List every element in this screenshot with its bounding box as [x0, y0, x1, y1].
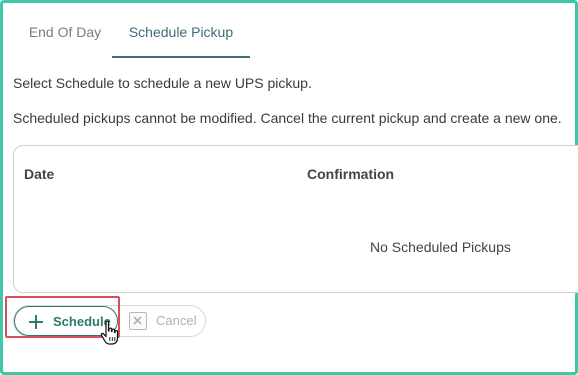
active-tab-indicator — [112, 56, 250, 58]
instruction-text: Select Schedule to schedule a new UPS pi… — [13, 75, 312, 91]
cancel-button[interactable]: Cancel — [124, 306, 206, 336]
column-header-confirmation[interactable]: Confirmation — [307, 166, 394, 182]
pickups-table: Date Confirmation No Scheduled Pickups — [13, 145, 578, 293]
tab-bar: End Of Day Schedule Pickup — [6, 6, 578, 59]
tab-end-of-day[interactable]: End Of Day — [18, 6, 112, 59]
tab-schedule-pickup[interactable]: Schedule Pickup — [112, 6, 250, 59]
warning-text: Scheduled pickups cannot be modified. Ca… — [13, 110, 562, 126]
close-box-icon — [129, 312, 147, 330]
cancel-button-label: Cancel — [156, 313, 197, 328]
app-frame: End Of Day Schedule Pickup Select Schedu… — [0, 0, 578, 375]
plus-icon — [29, 315, 43, 329]
column-header-date[interactable]: Date — [24, 166, 54, 182]
hand-cursor-icon — [100, 320, 119, 345]
empty-state-message: No Scheduled Pickups — [370, 239, 511, 255]
